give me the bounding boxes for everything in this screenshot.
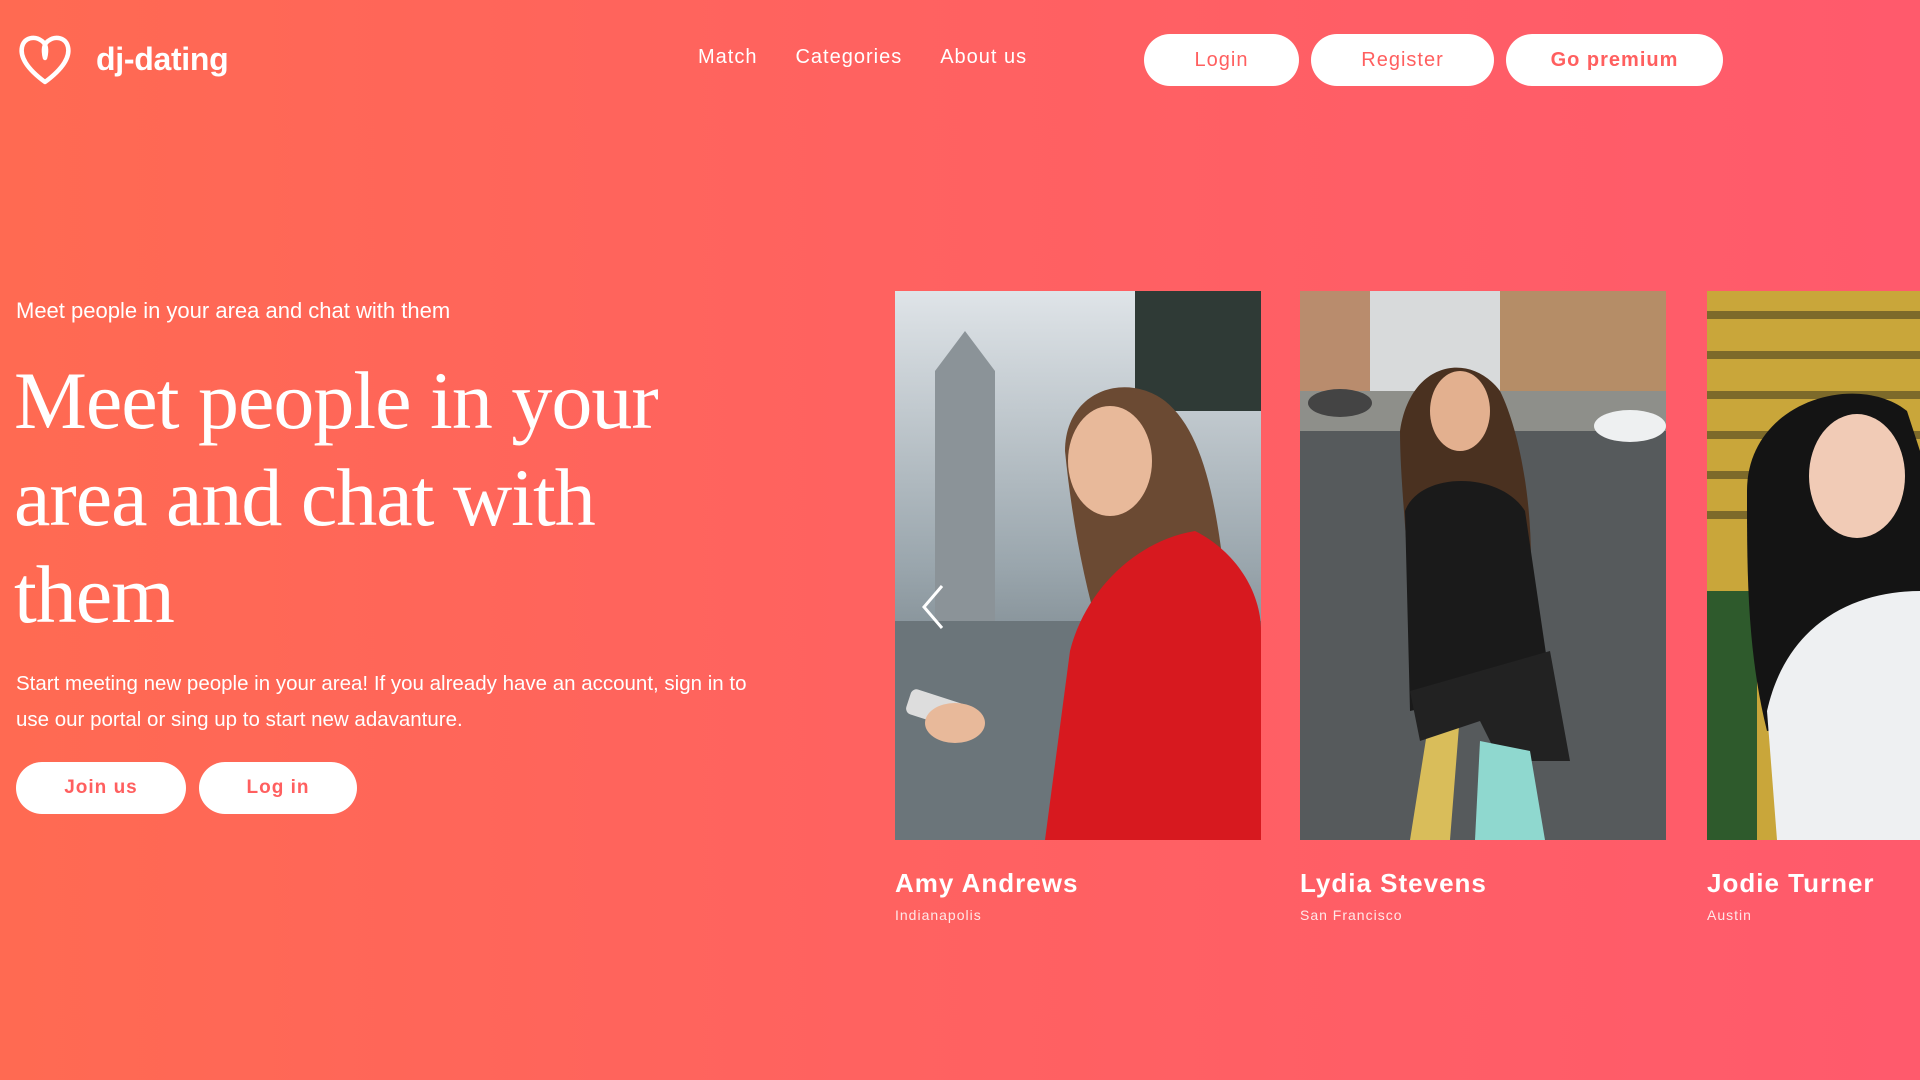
- login-button[interactable]: Login: [1144, 34, 1299, 86]
- auth-buttons: Login Register Go premium: [1144, 34, 1723, 86]
- profile-name: Lydia Stevens: [1300, 868, 1487, 898]
- go-premium-button[interactable]: Go premium: [1506, 34, 1723, 86]
- hero-description: Start meeting new people in your area! I…: [16, 672, 747, 731]
- profile-card[interactable]: Amy Andrews Indianapolis: [895, 291, 1261, 923]
- profile-city: Austin: [1707, 907, 1752, 923]
- nav-item-categories[interactable]: Categories: [795, 46, 902, 69]
- nav-item-about-us[interactable]: About us: [940, 46, 1027, 69]
- profile-photo: [1707, 291, 1920, 840]
- join-us-button[interactable]: Join us: [16, 762, 186, 814]
- chevron-left-icon[interactable]: [918, 582, 948, 632]
- hero-cta: Join us Log in: [16, 762, 357, 814]
- profile-city: San Francisco: [1300, 907, 1403, 923]
- hero-eyebrow: Meet people in your area and chat with t…: [16, 298, 451, 323]
- heart-outline-icon: [19, 35, 71, 85]
- profile-card[interactable]: Lydia Stevens San Francisco: [1300, 291, 1666, 923]
- profile-city: Indianapolis: [895, 907, 982, 923]
- nav-item-match[interactable]: Match: [698, 46, 757, 69]
- main-nav: Match Categories About us: [698, 46, 1027, 69]
- profile-card[interactable]: Jodie Turner Austin: [1707, 291, 1920, 923]
- profile-photo: [1300, 291, 1666, 840]
- profile-name: Amy Andrews: [895, 868, 1079, 898]
- profile-name: Jodie Turner: [1707, 868, 1875, 898]
- profile-photo: [895, 291, 1261, 840]
- hero-headline: Meet people in your area and chat with t…: [14, 355, 659, 640]
- register-button[interactable]: Register: [1311, 34, 1494, 86]
- log-in-button[interactable]: Log in: [199, 762, 357, 814]
- brand-name: dj-dating: [96, 40, 229, 77]
- brand-logo[interactable]: dj-dating: [16, 32, 229, 86]
